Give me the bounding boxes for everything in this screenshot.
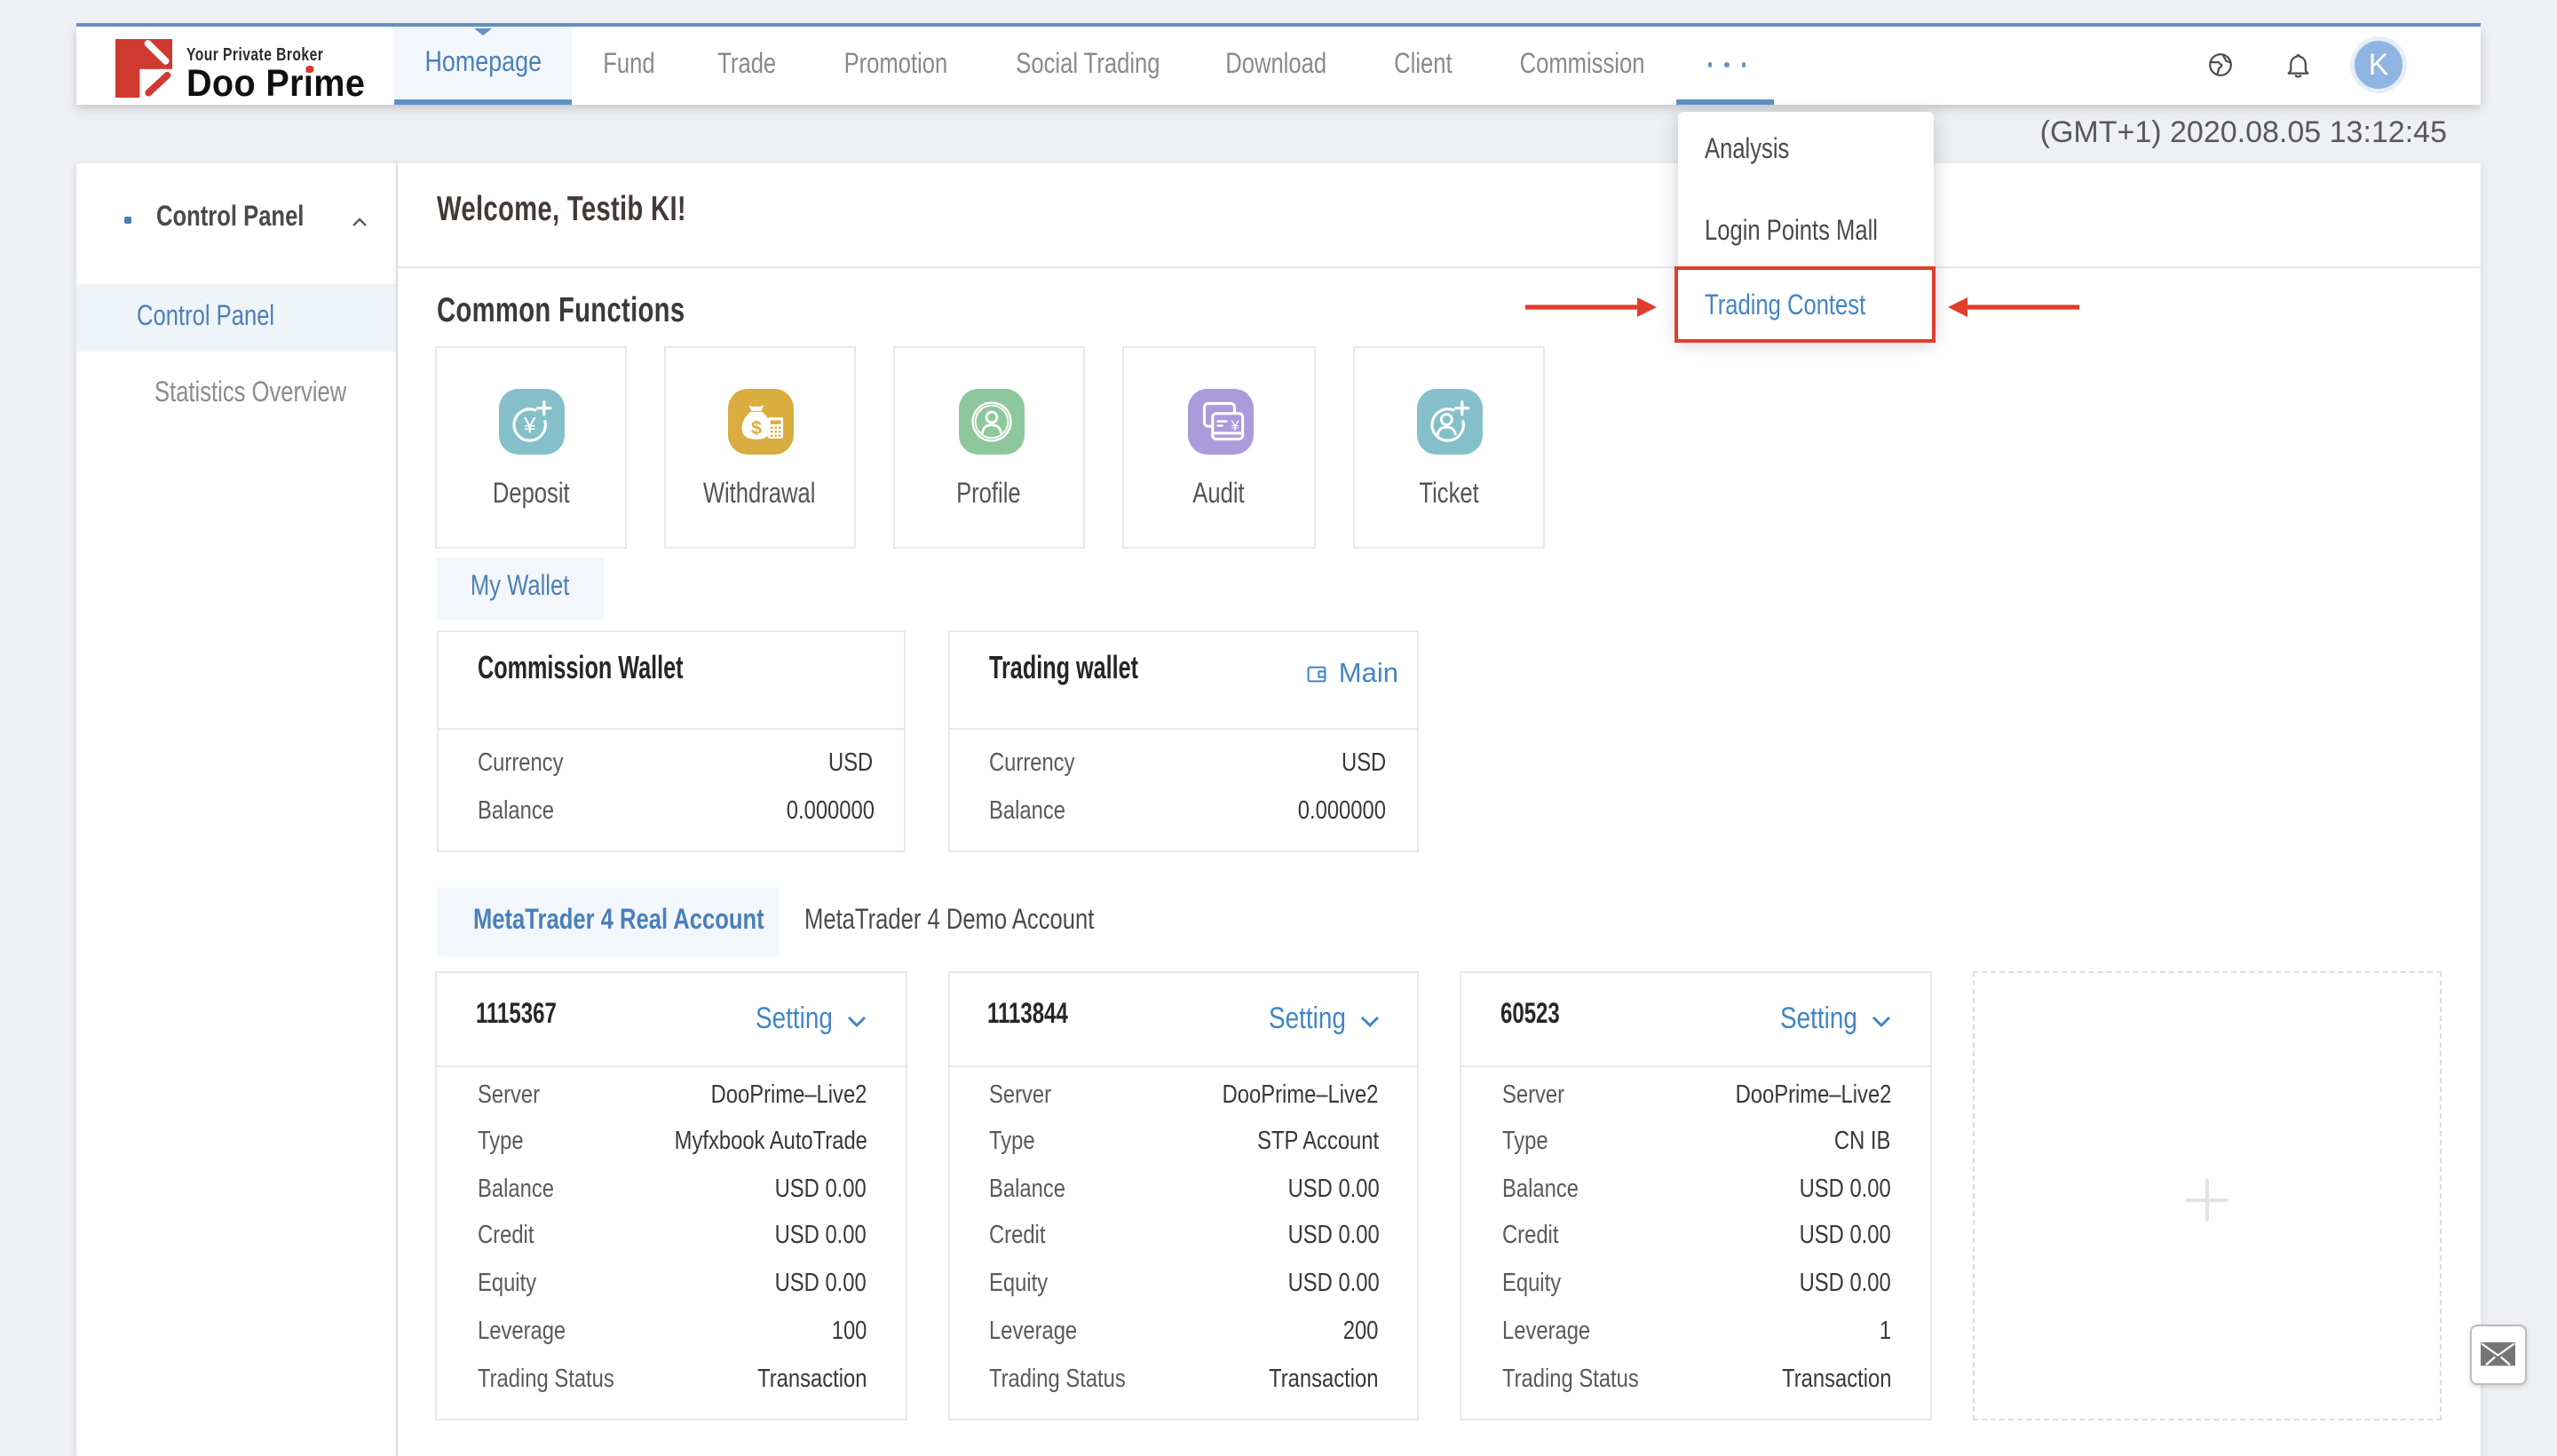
svg-text:$: $: [752, 415, 763, 438]
svg-text:¥: ¥: [1230, 417, 1239, 433]
svg-text:¥: ¥: [523, 414, 536, 438]
